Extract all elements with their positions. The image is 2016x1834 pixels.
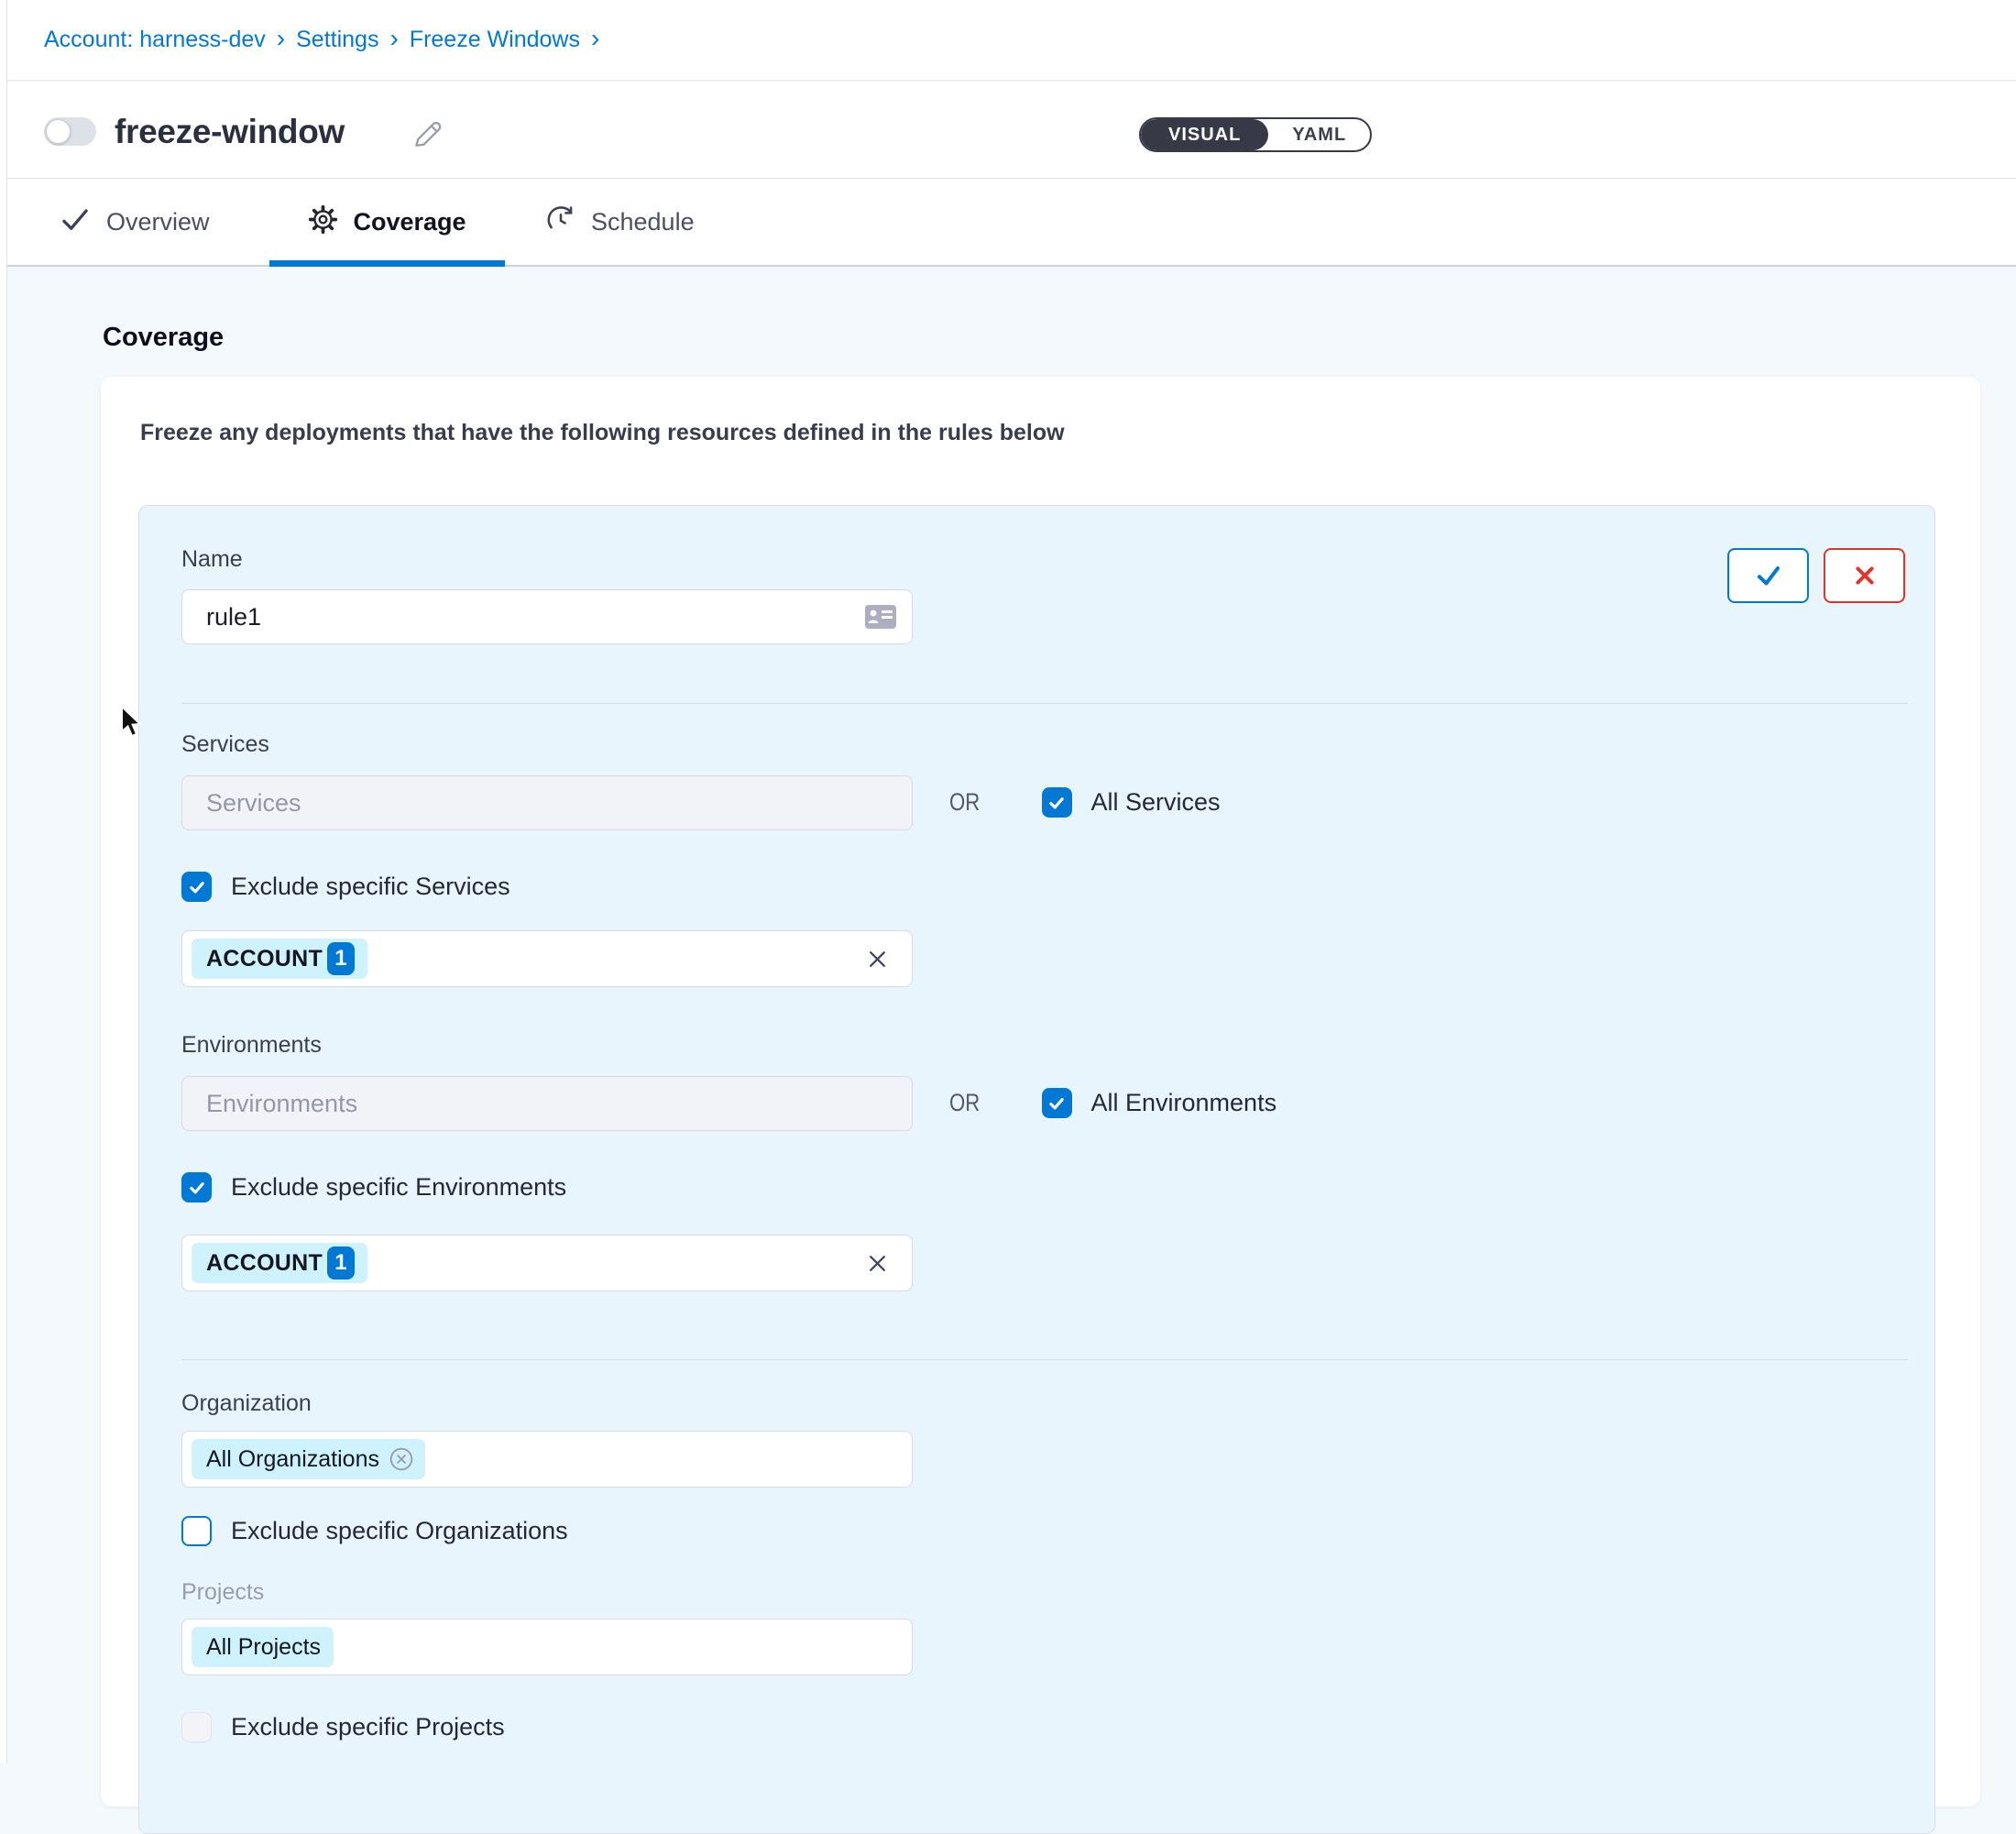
tab-coverage[interactable]: Coverage <box>269 179 505 265</box>
tag-label: All Organizations <box>206 1446 379 1473</box>
services-input[interactable] <box>181 775 913 830</box>
exclude-organizations-checkbox[interactable] <box>181 1516 212 1546</box>
tab-coverage-label: Coverage <box>353 208 466 236</box>
title-bar: freeze-window VISUAL YAML <box>7 82 2016 179</box>
exclude-projects-checkbox[interactable] <box>181 1712 212 1742</box>
all-projects-tag[interactable]: All Projects <box>192 1627 334 1667</box>
name-id-card-icon <box>863 601 898 632</box>
freeze-window-coverage-page: { "breadcrumb": { "account": "Account: h… <box>0 0 2016 1763</box>
breadcrumb-separator-icon: › <box>277 26 285 51</box>
all-environments-checkbox[interactable] <box>1042 1088 1072 1118</box>
services-label: Services <box>181 731 269 758</box>
projects-select[interactable]: All Projects <box>181 1619 913 1675</box>
all-services-checkbox[interactable] <box>1042 787 1072 818</box>
excluded-services-tag[interactable]: ACCOUNT 1 <box>192 939 367 979</box>
tab-schedule[interactable]: Schedule <box>545 179 695 265</box>
tab-schedule-label: Schedule <box>591 208 695 236</box>
services-or-row: OR All Services <box>949 787 1221 818</box>
exclude-projects-row: Exclude specific Projects <box>181 1712 505 1742</box>
confirm-rule-button[interactable] <box>1727 548 1809 603</box>
remove-organization-icon[interactable] <box>389 1446 414 1472</box>
exclude-environments-label: Exclude specific Environments <box>231 1173 566 1202</box>
breadcrumb-separator-icon: › <box>591 26 599 51</box>
environments-or-row: OR All Environments <box>949 1088 1276 1118</box>
excluded-services-tag-input[interactable]: ACCOUNT 1 <box>181 930 913 987</box>
exclude-organizations-row: Exclude specific Organizations <box>181 1516 568 1546</box>
collapsed-side-nav[interactable] <box>0 0 7 1763</box>
page-title: freeze-window <box>115 113 345 151</box>
projects-label: Projects <box>181 1579 264 1606</box>
organization-select[interactable]: All Organizations <box>181 1431 913 1488</box>
exclude-environments-checkbox[interactable] <box>181 1172 212 1203</box>
breadcrumb-settings-link[interactable]: Settings <box>296 27 378 53</box>
tag-count-badge: 1 <box>327 942 355 975</box>
all-environments-label: All Environments <box>1091 1089 1277 1117</box>
tag-label: ACCOUNT <box>206 1250 323 1277</box>
exclude-services-row: Exclude specific Services <box>181 872 510 902</box>
gear-icon <box>308 204 338 239</box>
all-organizations-tag[interactable]: All Organizations <box>192 1439 425 1479</box>
excluded-environments-tag-input[interactable]: ACCOUNT 1 <box>181 1235 913 1291</box>
excluded-environments-tag[interactable]: ACCOUNT 1 <box>192 1243 367 1283</box>
tag-label: All Projects <box>206 1634 321 1661</box>
breadcrumb-separator-icon: › <box>389 26 398 51</box>
exclude-services-checkbox[interactable] <box>181 872 212 902</box>
yaml-toggle-button[interactable]: YAML <box>1268 119 1370 150</box>
clear-environments-icon[interactable] <box>865 1251 890 1276</box>
breadcrumb-account-link[interactable]: Account: harness-dev <box>44 27 266 53</box>
exclude-organizations-label: Exclude specific Organizations <box>231 1517 568 1545</box>
or-label: OR <box>949 1089 980 1117</box>
active-tab-underline <box>269 260 505 267</box>
toggle-knob <box>46 119 71 144</box>
tabs-bar: Overview Coverage Schedule <box>7 179 2016 267</box>
divider <box>181 1359 1908 1360</box>
schedule-clock-icon <box>545 204 576 240</box>
name-label: Name <box>181 546 243 573</box>
cancel-rule-button[interactable] <box>1824 548 1905 603</box>
or-label: OR <box>949 788 980 817</box>
edit-pencil-icon[interactable] <box>411 118 444 151</box>
coverage-card-heading: Freeze any deployments that have the fol… <box>140 420 1065 446</box>
breadcrumb-freeze-windows-link[interactable]: Freeze Windows <box>410 27 580 53</box>
tab-overview-label: Overview <box>106 208 210 236</box>
coverage-section-title: Coverage <box>103 323 224 353</box>
coverage-content: Coverage Freeze any deployments that hav… <box>7 267 2016 1763</box>
check-icon <box>59 204 92 240</box>
organization-label: Organization <box>181 1390 312 1417</box>
tag-label: ACCOUNT <box>206 946 323 972</box>
freeze-enabled-toggle[interactable] <box>44 117 96 146</box>
coverage-card: Freeze any deployments that have the fol… <box>101 377 1980 1807</box>
divider <box>181 703 1908 704</box>
visual-toggle-button[interactable]: VISUAL <box>1141 119 1268 150</box>
environments-label: Environments <box>181 1032 322 1059</box>
breadcrumb: Account: harness-dev › Settings › Freeze… <box>44 27 599 53</box>
rule-panel: Name Services OR <box>138 505 1935 1834</box>
exclude-environments-row: Exclude specific Environments <box>181 1172 566 1203</box>
breadcrumb-bar: Account: harness-dev › Settings › Freeze… <box>7 0 2016 81</box>
rule-name-input[interactable] <box>181 589 913 644</box>
exclude-services-label: Exclude specific Services <box>231 873 510 901</box>
visual-yaml-switch: VISUAL YAML <box>1139 117 1372 152</box>
environments-input[interactable] <box>181 1076 913 1131</box>
tag-count-badge: 1 <box>327 1246 355 1279</box>
all-services-label: All Services <box>1091 788 1221 817</box>
tab-overview[interactable]: Overview <box>59 179 210 265</box>
exclude-projects-label: Exclude specific Projects <box>231 1713 505 1741</box>
clear-services-icon[interactable] <box>865 947 890 972</box>
